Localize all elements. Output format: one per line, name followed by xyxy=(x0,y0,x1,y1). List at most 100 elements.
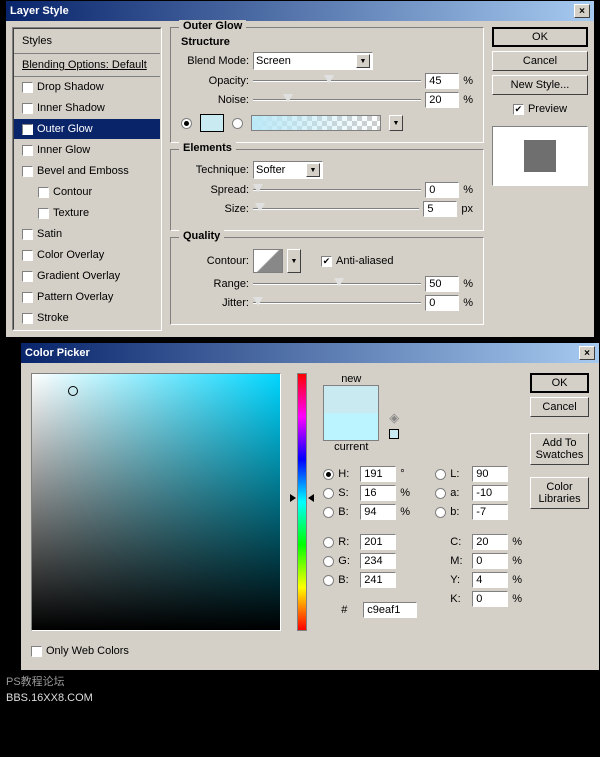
b-input[interactable]: 94 xyxy=(360,504,396,520)
blend-mode-dropdown[interactable]: Screen▼ xyxy=(253,52,373,70)
style-checkbox[interactable] xyxy=(38,208,49,219)
jitter-input[interactable]: 0 xyxy=(425,295,459,311)
style-checkbox[interactable] xyxy=(22,271,33,282)
color-picker-titlebar[interactable]: Color Picker × xyxy=(21,343,599,363)
gradient-dropdown-icon[interactable]: ▼ xyxy=(389,115,403,131)
c-input[interactable]: 20 xyxy=(472,534,508,550)
new-style-button[interactable]: New Style... xyxy=(492,75,588,95)
h-input[interactable]: 191 xyxy=(360,466,396,482)
style-checkbox[interactable] xyxy=(22,250,33,261)
cube-icon[interactable]: ◈ xyxy=(389,410,399,426)
spread-label: Spread: xyxy=(181,184,249,196)
style-item-inner-glow[interactable]: Inner Glow xyxy=(14,140,160,161)
cancel-button[interactable]: Cancel xyxy=(530,397,589,417)
style-item-inner-shadow[interactable]: Inner Shadow xyxy=(14,98,160,119)
technique-dropdown[interactable]: Softer▼ xyxy=(253,161,323,179)
style-checkbox[interactable] xyxy=(22,292,33,303)
style-item-texture[interactable]: Texture xyxy=(14,203,160,224)
contour-dropdown-icon[interactable]: ▼ xyxy=(287,249,301,273)
style-checkbox[interactable] xyxy=(22,82,33,93)
range-slider[interactable] xyxy=(253,276,421,292)
spread-input[interactable]: 0 xyxy=(425,182,459,198)
range-input[interactable]: 50 xyxy=(425,276,459,292)
style-checkbox[interactable] xyxy=(22,166,33,177)
current-color-swatch[interactable] xyxy=(324,413,378,440)
r-input[interactable]: 201 xyxy=(360,534,396,550)
style-label: Drop Shadow xyxy=(37,81,104,93)
style-item-outer-glow[interactable]: ✔Outer Glow xyxy=(14,119,160,140)
noise-input[interactable]: 20 xyxy=(425,92,459,108)
opacity-input[interactable]: 45 xyxy=(425,73,459,89)
color-picker-dialog: Color Picker × Only Web Colors new xyxy=(20,342,600,671)
style-item-drop-shadow[interactable]: Drop Shadow xyxy=(14,77,160,98)
gradient-bar[interactable] xyxy=(251,115,381,131)
r-radio[interactable] xyxy=(323,537,334,548)
spread-slider[interactable] xyxy=(253,182,421,198)
jitter-slider[interactable] xyxy=(253,295,421,311)
opacity-slider[interactable] xyxy=(253,73,421,89)
small-swatch[interactable] xyxy=(389,429,399,439)
style-item-gradient-overlay[interactable]: Gradient Overlay xyxy=(14,266,160,287)
styles-list-panel: Styles Blending Options: Default Drop Sh… xyxy=(12,27,162,331)
cancel-button[interactable]: Cancel xyxy=(492,51,588,71)
style-checkbox[interactable]: ✔ xyxy=(22,124,33,135)
style-item-color-overlay[interactable]: Color Overlay xyxy=(14,245,160,266)
style-checkbox[interactable] xyxy=(22,145,33,156)
only-web-checkbox[interactable] xyxy=(31,646,42,657)
style-checkbox[interactable] xyxy=(22,103,33,114)
chevron-down-icon: ▼ xyxy=(306,163,320,177)
a-input[interactable]: -10 xyxy=(472,485,508,501)
new-color-swatch[interactable] xyxy=(324,386,378,413)
gradient-radio[interactable] xyxy=(232,118,243,129)
g-radio[interactable] xyxy=(323,556,334,567)
elements-label: Elements xyxy=(179,142,236,154)
layer-style-dialog: Layer Style × Styles Blending Options: D… xyxy=(5,0,595,338)
antialiased-checkbox[interactable]: ✔ xyxy=(321,256,332,267)
styles-header[interactable]: Styles xyxy=(14,29,160,54)
style-checkbox[interactable] xyxy=(38,187,49,198)
color-marker-icon xyxy=(68,386,78,396)
bb-radio[interactable] xyxy=(323,575,334,586)
preview-label: Preview xyxy=(528,103,567,115)
color-libraries-button[interactable]: Color Libraries xyxy=(530,477,589,509)
close-icon[interactable]: × xyxy=(579,346,595,360)
close-icon[interactable]: × xyxy=(574,4,590,18)
style-checkbox[interactable] xyxy=(22,229,33,240)
color-radio[interactable] xyxy=(181,118,192,129)
s-radio[interactable] xyxy=(323,488,334,499)
size-slider[interactable] xyxy=(253,201,419,217)
noise-slider[interactable] xyxy=(253,92,421,108)
preview-checkbox[interactable]: ✔ xyxy=(513,104,524,115)
l-radio[interactable] xyxy=(435,469,446,480)
contour-picker[interactable] xyxy=(253,249,283,273)
range-label: Range: xyxy=(181,278,249,290)
ok-button[interactable]: OK xyxy=(530,373,589,393)
color-field[interactable] xyxy=(31,373,281,631)
h-radio[interactable] xyxy=(323,469,334,480)
b2-input[interactable]: -7 xyxy=(472,504,508,520)
hex-input[interactable]: c9eaf1 xyxy=(363,602,417,618)
blending-options[interactable]: Blending Options: Default xyxy=(14,54,160,77)
style-item-contour[interactable]: Contour xyxy=(14,182,160,203)
y-input[interactable]: 4 xyxy=(472,572,508,588)
glow-color-swatch[interactable] xyxy=(200,114,224,132)
add-swatches-button[interactable]: Add To Swatches xyxy=(530,433,589,465)
b-radio[interactable] xyxy=(323,507,334,518)
style-item-stroke[interactable]: Stroke xyxy=(14,308,160,329)
style-checkbox[interactable] xyxy=(22,313,33,324)
a-radio[interactable] xyxy=(435,488,446,499)
hue-slider[interactable] xyxy=(297,373,307,631)
g-input[interactable]: 234 xyxy=(360,553,396,569)
m-input[interactable]: 0 xyxy=(472,553,508,569)
ok-button[interactable]: OK xyxy=(492,27,588,47)
s-input[interactable]: 16 xyxy=(360,485,396,501)
style-item-satin[interactable]: Satin xyxy=(14,224,160,245)
style-item-pattern-overlay[interactable]: Pattern Overlay xyxy=(14,287,160,308)
layer-style-titlebar[interactable]: Layer Style × xyxy=(6,1,594,21)
b2-radio[interactable] xyxy=(435,507,446,518)
l-input[interactable]: 90 xyxy=(472,466,508,482)
style-item-bevel-and-emboss[interactable]: Bevel and Emboss xyxy=(14,161,160,182)
bb-input[interactable]: 241 xyxy=(360,572,396,588)
size-input[interactable]: 5 xyxy=(423,201,457,217)
k-input[interactable]: 0 xyxy=(472,591,508,607)
